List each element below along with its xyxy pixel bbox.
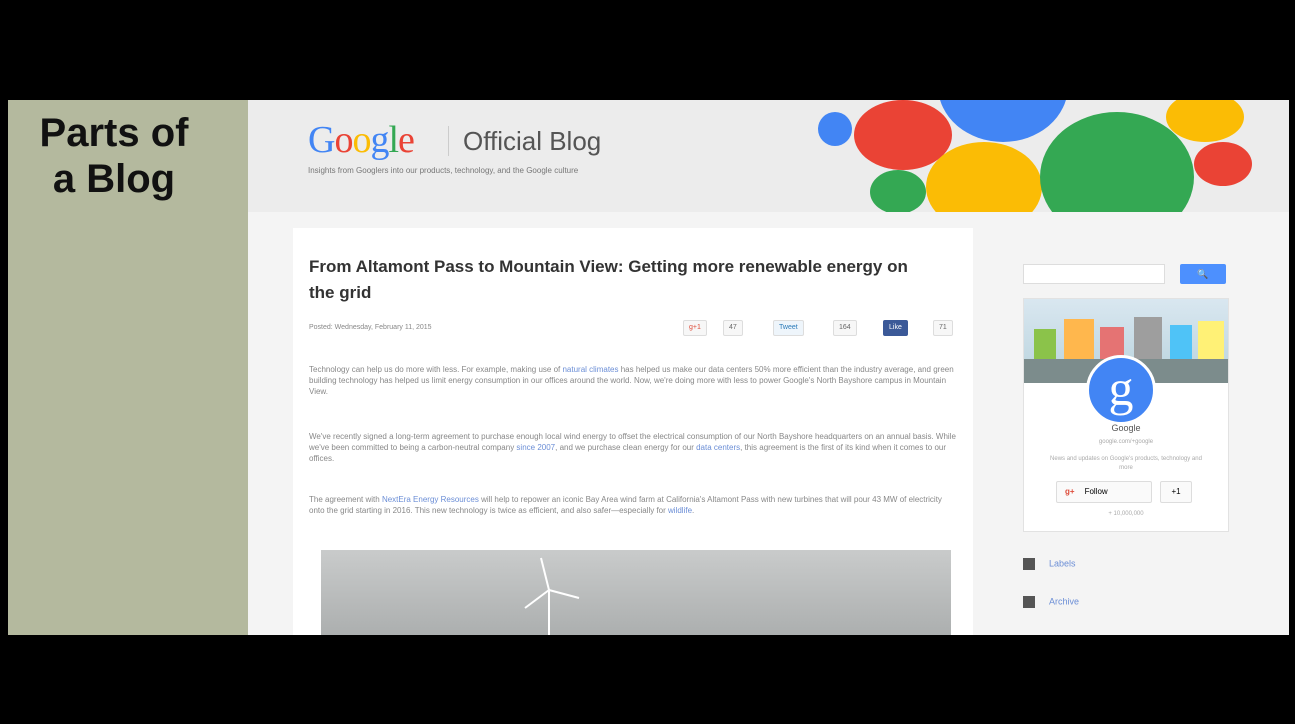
archive-link[interactable]: Archive bbox=[1023, 596, 1079, 608]
yellow-bubble-small bbox=[1166, 100, 1244, 142]
green-bubble-small bbox=[870, 170, 926, 212]
tweet-button[interactable]: Tweet bbox=[773, 320, 804, 336]
card-url[interactable]: google.com/+google bbox=[1024, 439, 1228, 445]
blog-screenshot: Google Official Blog Insights from Googl… bbox=[248, 100, 1289, 635]
blog-name[interactable]: Official Blog bbox=[448, 126, 601, 156]
slide-title-panel: Parts of a Blog bbox=[8, 100, 248, 635]
search-input[interactable] bbox=[1023, 264, 1165, 284]
post-paragraph-2: We've recently signed a long-term agreem… bbox=[309, 431, 959, 464]
post-title[interactable]: From Altamont Pass to Mountain View: Get… bbox=[309, 254, 909, 306]
follower-count: + 10,000,000 bbox=[1108, 511, 1144, 517]
wildlife-link[interactable]: wildlife bbox=[668, 506, 692, 515]
wind-turbine-photo bbox=[321, 550, 951, 635]
logo-letter: g bbox=[370, 119, 389, 161]
facebook-like-button[interactable]: Like bbox=[883, 320, 908, 336]
blue-bubble-large bbox=[938, 100, 1068, 142]
slide-frame: Parts of a Blog Google Official Blog Ins… bbox=[8, 100, 1289, 635]
p1-text-a: Technology can help us do more with less… bbox=[309, 365, 563, 374]
slide-title-line1: Parts of bbox=[39, 111, 189, 155]
red-bubble-small bbox=[1194, 142, 1252, 186]
labels-label: Labels bbox=[1049, 558, 1076, 569]
google-plus-card: g Google google.com/+google News and upd… bbox=[1023, 298, 1229, 532]
p3-text-a: The agreement with bbox=[309, 495, 382, 504]
gplus-count: 47 bbox=[723, 320, 743, 336]
google-avatar[interactable]: g bbox=[1086, 355, 1156, 425]
card-name[interactable]: Google bbox=[1024, 423, 1228, 433]
tweet-count: 164 bbox=[833, 320, 857, 336]
since-2007-link[interactable]: since 2007 bbox=[516, 443, 555, 452]
archive-icon bbox=[1023, 596, 1035, 608]
gplus-share-button[interactable]: g+1 bbox=[683, 320, 707, 336]
tag-icon bbox=[1023, 558, 1035, 570]
card-description: News and updates on Google's products, t… bbox=[1050, 456, 1202, 471]
post-paragraph-1: Technology can help us do more with less… bbox=[309, 364, 959, 397]
post-paragraph-3: The agreement with NextEra Energy Resour… bbox=[309, 494, 959, 516]
logo-letter: o bbox=[334, 119, 353, 161]
p2-text-b: , and we purchase clean energy for our bbox=[555, 443, 697, 452]
archive-label: Archive bbox=[1049, 596, 1080, 607]
like-count: 71 bbox=[933, 320, 953, 336]
sidebar: 🔍 g Google google.com/+google News and u… bbox=[1023, 250, 1248, 635]
google-logo[interactable]: Google bbox=[308, 118, 415, 162]
natural-climates-link[interactable]: natural climates bbox=[562, 365, 618, 374]
logo-letter: l bbox=[388, 119, 399, 161]
slide-title-line2: a Blog bbox=[52, 157, 176, 201]
blog-tagline: Insights from Googlers into our products… bbox=[308, 166, 579, 175]
search-button[interactable]: 🔍 bbox=[1180, 264, 1226, 284]
follow-button[interactable]: g+ Follow bbox=[1056, 481, 1152, 503]
post-content: From Altamont Pass to Mountain View: Get… bbox=[293, 228, 973, 635]
blog-header: Google Official Blog Insights from Googl… bbox=[248, 100, 1289, 212]
slide-title: Parts of a Blog bbox=[14, 110, 214, 202]
logo-letter: G bbox=[308, 119, 335, 161]
p3-text-c: . bbox=[692, 506, 695, 515]
nextera-link[interactable]: NextEra Energy Resources bbox=[382, 495, 479, 504]
plus-one-button[interactable]: +1 bbox=[1160, 481, 1192, 503]
follow-label: Follow bbox=[1084, 487, 1108, 496]
logo-letter: e bbox=[398, 119, 415, 161]
labels-link[interactable]: Labels bbox=[1023, 558, 1076, 570]
google-plus-icon: g+ bbox=[1065, 487, 1075, 496]
data-centers-link[interactable]: data centers bbox=[696, 443, 740, 452]
wind-turbine-icon bbox=[524, 557, 580, 635]
logo-letter: o bbox=[352, 119, 371, 161]
blue-bubble-small bbox=[818, 112, 852, 146]
post-meta: Posted: Wednesday, February 11, 2015 bbox=[309, 324, 432, 331]
